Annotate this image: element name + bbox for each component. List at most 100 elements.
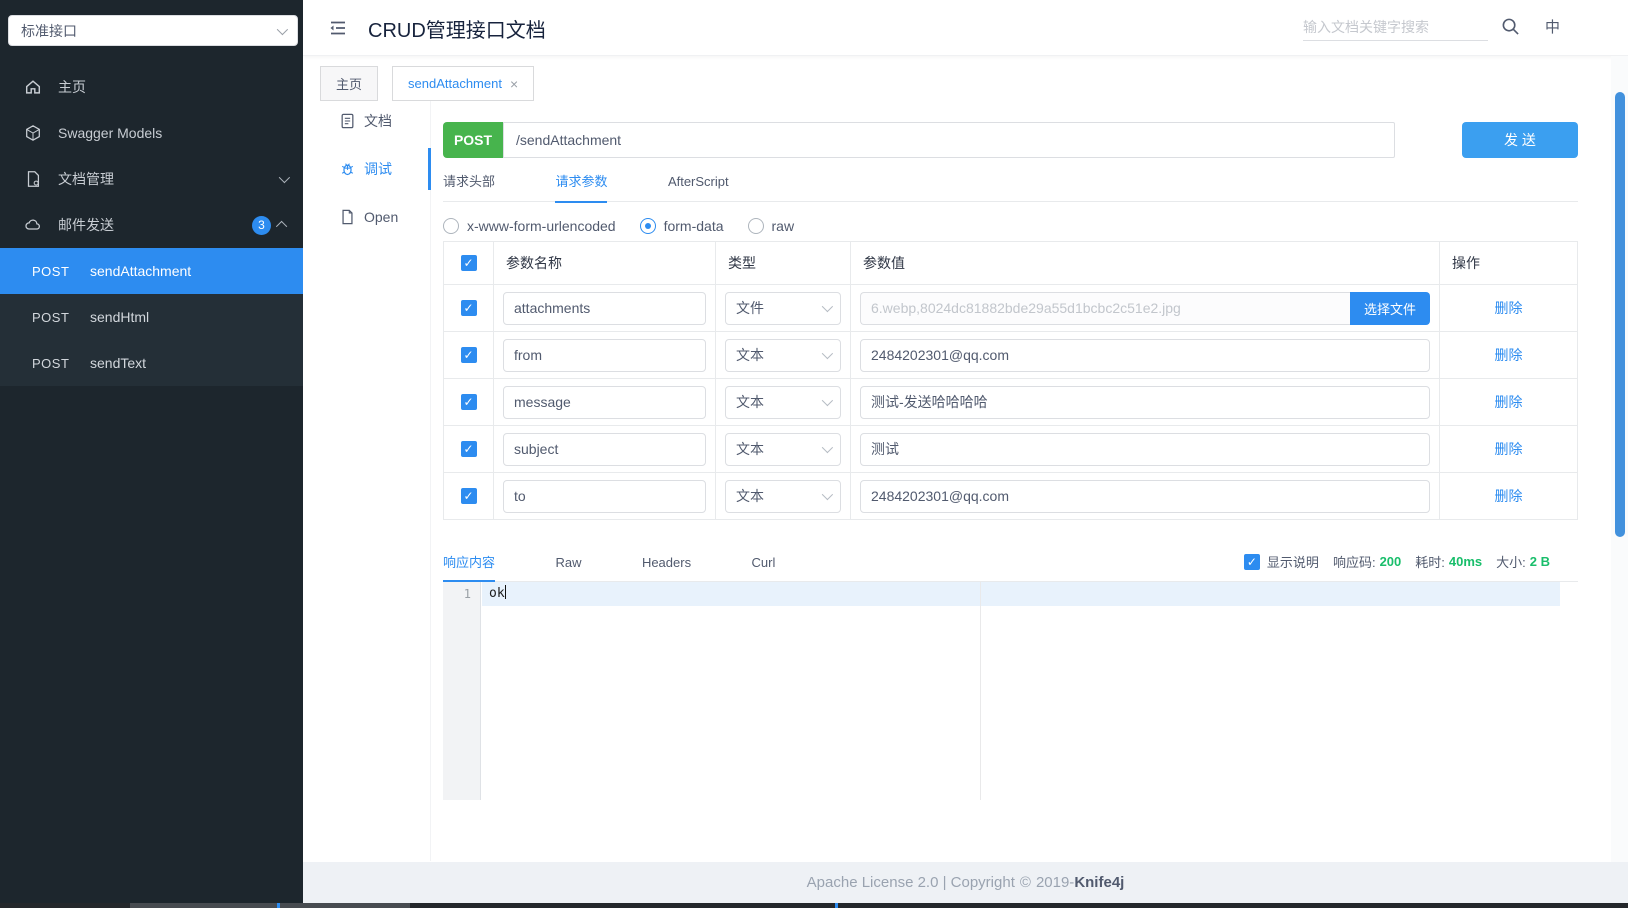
- params-table: ✓ 参数名称 类型 参数值 操作 ✓ 文件 选择文件 删除: [443, 241, 1578, 520]
- radio-label: form-data: [663, 218, 724, 234]
- select-value: 文本: [736, 347, 764, 363]
- cloud-mail-icon: [24, 216, 42, 234]
- tab-label: 主页: [336, 77, 363, 92]
- radio-x-www-form-urlencoded[interactable]: x-www-form-urlencoded: [443, 218, 616, 234]
- sidebar-item-swagger-models[interactable]: Swagger Models: [0, 110, 303, 156]
- param-type-select[interactable]: 文件: [725, 291, 841, 325]
- row-checkbox[interactable]: ✓: [460, 300, 477, 316]
- tab-response-content[interactable]: 响应内容: [443, 542, 496, 582]
- delete-row-link[interactable]: 删除: [1495, 439, 1523, 459]
- row-checkbox[interactable]: ✓: [460, 488, 477, 504]
- param-name-input[interactable]: [503, 338, 706, 372]
- close-icon[interactable]: ×: [510, 76, 518, 92]
- horizontal-scrollbar-track[interactable]: [0, 903, 1628, 908]
- horizontal-scrollbar-thumb[interactable]: [130, 903, 410, 908]
- mini-nav-open[interactable]: Open: [303, 193, 430, 241]
- api-group-select[interactable]: 标准接口: [8, 15, 298, 46]
- http-method-tag: POST: [443, 122, 503, 158]
- collapse-menu-icon[interactable]: [327, 17, 349, 39]
- delete-row-link[interactable]: 删除: [1495, 486, 1523, 506]
- sidebar-item-label: 主页: [58, 79, 86, 95]
- mail-send-submenu: POST sendAttachment POST sendHtml POST s…: [0, 248, 303, 386]
- response-status-bar: ✓ 显示说明 响应码: 200 耗时: 40ms 大小: 2 B: [1243, 552, 1550, 571]
- row-checkbox[interactable]: ✓: [460, 394, 477, 410]
- tab-home[interactable]: 主页: [320, 66, 379, 101]
- editor-ruler-line: [980, 582, 981, 800]
- radio-label: raw: [771, 218, 795, 234]
- select-value: 文本: [736, 441, 764, 457]
- sidebar-subitem-sendattachment[interactable]: POST sendAttachment: [0, 248, 303, 294]
- request-url-input[interactable]: [503, 122, 1395, 158]
- delete-row-link[interactable]: 删除: [1495, 298, 1523, 318]
- tab-response-raw[interactable]: Raw: [555, 545, 581, 579]
- sidebar-item-mail-send[interactable]: 邮件发送 3: [0, 202, 303, 248]
- chevron-down-icon: [276, 23, 289, 35]
- tab-response-headers[interactable]: Headers: [642, 545, 691, 579]
- sidebar-item-doc-manage[interactable]: 文档管理: [0, 156, 303, 202]
- radio-raw[interactable]: raw: [747, 218, 795, 234]
- endpoint-name: sendHtml: [90, 309, 150, 325]
- api-group-select-value: 标准接口: [21, 22, 77, 39]
- sidebar-subitem-sendtext[interactable]: POST sendText: [0, 340, 303, 386]
- param-value-input[interactable]: [860, 385, 1430, 419]
- tab-response-curl[interactable]: Curl: [752, 545, 776, 579]
- row-checkbox[interactable]: ✓: [460, 347, 477, 363]
- sidebar-item-label: 文档管理: [58, 171, 114, 187]
- param-value-input[interactable]: [860, 338, 1430, 372]
- editor-content: ok: [489, 585, 506, 601]
- sidebar: 标准接口 主页 Swagger Models 文档管理 邮件发送 3 POST …: [0, 0, 303, 903]
- tab-request-headers[interactable]: 请求头部: [443, 171, 495, 201]
- param-type-select[interactable]: 文本: [725, 479, 841, 513]
- param-type-select[interactable]: 文本: [725, 385, 841, 419]
- mini-nav-doc[interactable]: 文档: [303, 97, 430, 145]
- param-value-input[interactable]: [860, 479, 1430, 513]
- sidebar-item-label: Swagger Models: [58, 125, 163, 141]
- param-name-input[interactable]: [503, 479, 706, 513]
- search-input[interactable]: [1303, 13, 1488, 41]
- radio-form-data[interactable]: form-data: [639, 218, 724, 234]
- search-icon[interactable]: [1501, 17, 1520, 36]
- top-header: CRUD管理接口文档 中: [303, 0, 1628, 56]
- footer-brand: Knife4j: [1074, 874, 1125, 891]
- models-icon: [24, 124, 42, 142]
- page-title: CRUD管理接口文档: [368, 20, 546, 42]
- show-description-checkbox[interactable]: ✓: [1243, 553, 1260, 570]
- file-value-input[interactable]: [860, 291, 1350, 325]
- tab-request-params[interactable]: 请求参数: [555, 171, 608, 203]
- table-row: ✓ 文本 删除: [444, 331, 1577, 378]
- param-type-select[interactable]: 文本: [725, 338, 841, 372]
- send-button[interactable]: 发 送: [1462, 122, 1578, 158]
- vertical-scrollbar-track[interactable]: [1611, 56, 1628, 862]
- sidebar-subitem-sendhtml[interactable]: POST sendHtml: [0, 294, 303, 340]
- language-toggle[interactable]: 中: [1545, 16, 1560, 37]
- chevron-down-icon: [821, 347, 834, 360]
- tab-sendattachment[interactable]: sendAttachment ×: [392, 66, 535, 101]
- time-label: 耗时:: [1415, 555, 1445, 570]
- table-header-row: ✓ 参数名称 类型 参数值 操作: [444, 242, 1577, 284]
- mini-nav-debug[interactable]: 调试: [303, 145, 431, 193]
- col-header-action: 操作: [1452, 255, 1480, 271]
- param-value-input[interactable]: [860, 432, 1430, 466]
- open-file-icon: [340, 209, 355, 225]
- response-editor[interactable]: 1 ok: [443, 582, 1560, 800]
- param-type-select[interactable]: 文本: [725, 432, 841, 466]
- show-description-label[interactable]: 显示说明: [1267, 552, 1319, 571]
- sidebar-item-home[interactable]: 主页: [0, 64, 303, 110]
- radio-label: x-www-form-urlencoded: [467, 218, 616, 234]
- select-all-checkbox[interactable]: ✓: [460, 255, 477, 271]
- choose-file-button[interactable]: 选择文件: [1350, 291, 1430, 325]
- size-label: 大小:: [1496, 555, 1526, 570]
- tab-label: sendAttachment: [408, 76, 502, 91]
- param-name-input[interactable]: [503, 432, 706, 466]
- size-value: 2 B: [1529, 554, 1550, 569]
- param-name-input[interactable]: [503, 385, 706, 419]
- tab-afterscript[interactable]: AfterScript: [668, 174, 729, 200]
- table-row: ✓ 文件 选择文件 删除: [444, 284, 1577, 331]
- row-checkbox[interactable]: ✓: [460, 441, 477, 457]
- footer-license: Apache License 2.0 | Copyright: [806, 874, 1015, 891]
- delete-row-link[interactable]: 删除: [1495, 392, 1523, 412]
- delete-row-link[interactable]: 删除: [1495, 345, 1523, 365]
- vertical-scrollbar-thumb[interactable]: [1615, 92, 1625, 537]
- footer: Apache License 2.0 | Copyright © 2019- Kn…: [303, 862, 1628, 903]
- param-name-input[interactable]: [503, 291, 706, 325]
